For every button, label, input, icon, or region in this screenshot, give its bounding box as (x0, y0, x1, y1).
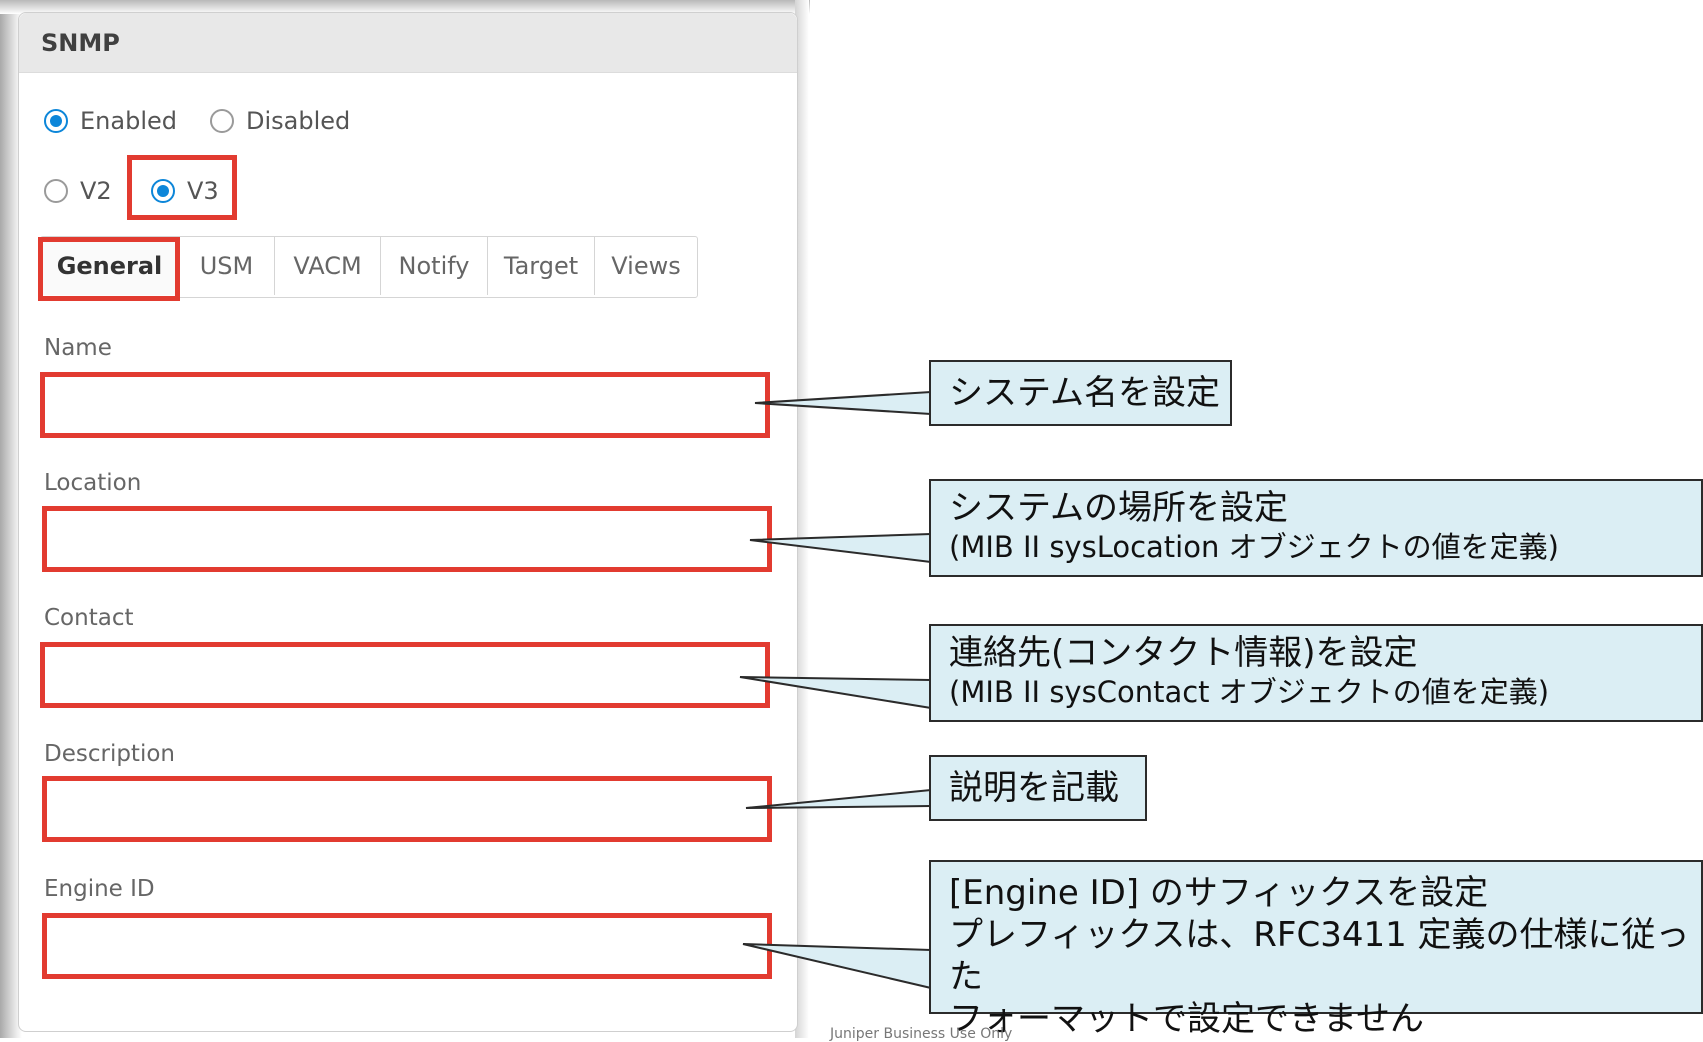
name-callout-tail (754, 391, 932, 415)
engine-id-callout-line1: [Engine ID] のサフィックスを設定 (949, 873, 1489, 913)
engine-id-callout: [Engine ID] のサフィックスを設定 プレフィックスは、RFC3411 … (929, 860, 1703, 1039)
location-callout-tail (749, 533, 932, 563)
engine-id-callout-tail (742, 943, 932, 989)
contact-callout-main: 連絡先(コンタクト情報)を設定 (949, 633, 1418, 673)
footer-note: Juniper Business Use Only (830, 1026, 1013, 1042)
description-callout: 説明を記載 (929, 755, 1147, 821)
description-callout-tail (745, 789, 932, 809)
name-callout: システム名を設定 (929, 360, 1232, 426)
engine-id-callout-line2: プレフィックスは、RFC3411 定義の仕様に従った (949, 915, 1690, 997)
contact-callout-sub: (MIB II sysContact オブジェクトの値を定義) (949, 675, 1550, 709)
contact-callout-tail (739, 676, 932, 709)
engine-id-callout-line3: フォーマットで設定できません (949, 999, 1424, 1039)
name-callout-text: システム名を設定 (949, 373, 1220, 413)
description-callout-text: 説明を記載 (949, 768, 1119, 808)
location-callout-main: システムの場所を設定 (949, 488, 1288, 528)
contact-callout: 連絡先(コンタクト情報)を設定 (MIB II sysContact オブジェク… (929, 624, 1703, 722)
location-callout-sub: (MIB II sysLocation オブジェクトの値を定義) (949, 530, 1559, 564)
location-callout: システムの場所を設定 (MIB II sysLocation オブジェクトの値を… (929, 479, 1703, 577)
